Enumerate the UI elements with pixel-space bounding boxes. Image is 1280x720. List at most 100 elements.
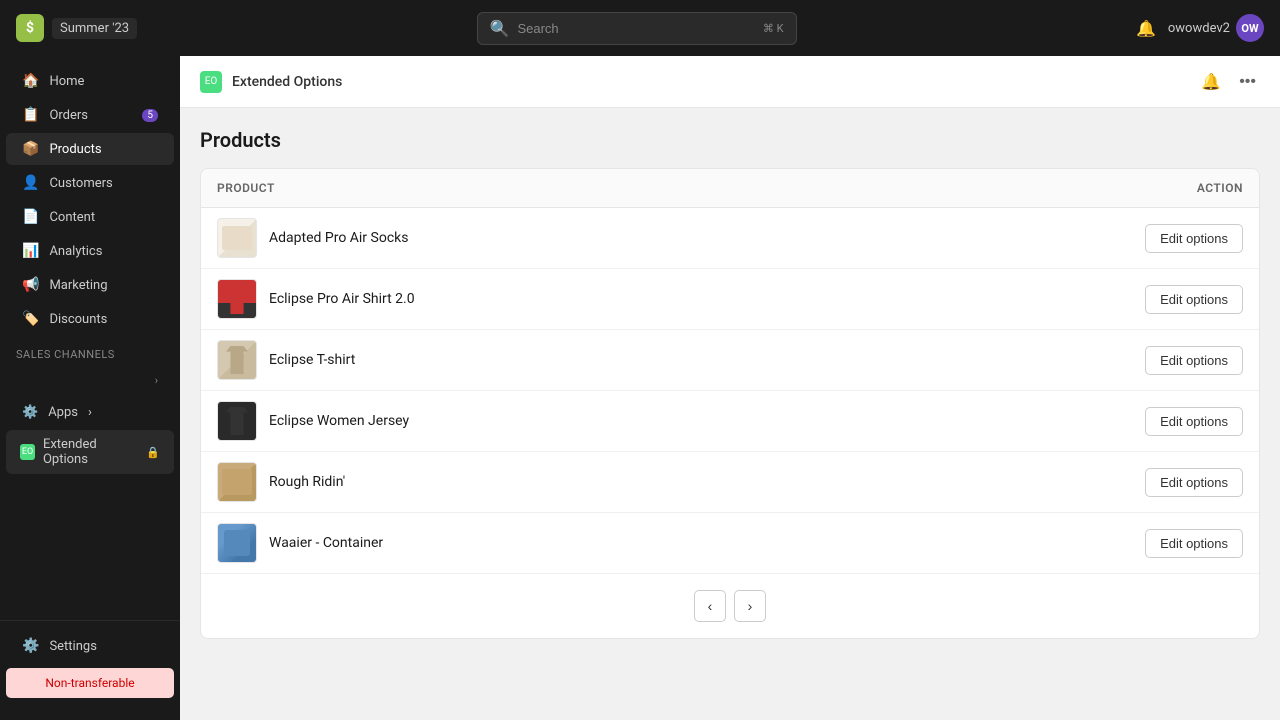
- orders-badge: 5: [142, 109, 158, 122]
- sidebar-item-home[interactable]: 🏠 Home: [6, 65, 174, 97]
- avatar[interactable]: OW: [1236, 14, 1264, 42]
- table-row: Adapted Pro Air Socks Edit options: [201, 208, 1259, 269]
- edit-options-btn-2[interactable]: Edit options: [1145, 285, 1243, 314]
- col-header-action: Action: [1103, 181, 1243, 195]
- orders-icon: 📋: [22, 107, 39, 123]
- jersey-visual: [226, 407, 248, 435]
- app-header-icon: EO: [200, 71, 222, 93]
- sidebar-item-apps[interactable]: ⚙️ Apps ›: [6, 397, 174, 428]
- prev-page-btn[interactable]: ‹: [694, 590, 726, 622]
- products-icon: 📦: [22, 141, 39, 157]
- sidebar-item-marketing[interactable]: 📢 Marketing: [6, 269, 174, 301]
- shirt-visual: [226, 284, 248, 314]
- main-layout: 🏠 Home 📋 Orders 5 📦 Products 👤 Customers…: [0, 56, 1280, 720]
- extended-options-label: Extended Options: [43, 437, 138, 467]
- apps-arrow: ›: [88, 405, 92, 420]
- search-input[interactable]: [517, 21, 754, 36]
- product-thumb-1: [217, 218, 257, 258]
- sidebar-item-sales-channels[interactable]: ›: [6, 366, 174, 395]
- edit-options-btn-6[interactable]: Edit options: [1145, 529, 1243, 558]
- product-name-2: Eclipse Pro Air Shirt 2.0: [269, 291, 1145, 307]
- product-thumb-6: [217, 523, 257, 563]
- more-options-btn[interactable]: •••: [1235, 69, 1260, 95]
- brand-area: $ Summer '23: [16, 14, 137, 42]
- sales-channels-label: Sales channels: [0, 336, 180, 365]
- page-title: Products: [200, 128, 1260, 152]
- product-name-5: Rough Ridin': [269, 474, 1145, 490]
- sidebar-item-products[interactable]: 📦 Products: [6, 133, 174, 165]
- app-header-title: Extended Options: [232, 74, 342, 90]
- apps-label: Apps: [48, 405, 78, 420]
- analytics-icon: 📊: [22, 243, 39, 259]
- arrow-icon: ›: [155, 374, 158, 387]
- sidebar-label-customers: Customers: [49, 176, 112, 191]
- extended-options-icon: EO: [20, 444, 35, 460]
- home-icon: 🏠: [22, 73, 39, 89]
- sidebar-label-orders: Orders: [49, 108, 88, 123]
- container-visual: [224, 530, 250, 556]
- edit-options-btn-5[interactable]: Edit options: [1145, 468, 1243, 497]
- apps-icon: ⚙️: [22, 405, 38, 420]
- product-name-3: Eclipse T-shirt: [269, 352, 1145, 368]
- discounts-icon: 🏷️: [22, 311, 39, 327]
- sidebar-item-orders[interactable]: 📋 Orders 5: [6, 99, 174, 131]
- sidebar-item-settings[interactable]: ⚙️ Settings: [6, 630, 174, 662]
- product-thumb-2: [217, 279, 257, 319]
- next-page-btn[interactable]: ›: [734, 590, 766, 622]
- search-box[interactable]: 🔍 ⌘ K: [477, 12, 797, 45]
- sidebar-item-extended-options[interactable]: EO Extended Options 🔒: [6, 430, 174, 474]
- sidebar-label-marketing: Marketing: [49, 278, 107, 293]
- user-badge: owowdev2 OW: [1168, 14, 1264, 42]
- table-row: Waaier - Container Edit options: [201, 513, 1259, 574]
- sock-visual: [222, 226, 252, 250]
- search-area: 🔍 ⌘ K: [149, 12, 1124, 45]
- page-content: Products Product Action Adapted Pro Air …: [180, 108, 1280, 659]
- sidebar-label-home: Home: [49, 74, 84, 89]
- ridin-visual: [222, 469, 252, 495]
- edit-options-btn-3[interactable]: Edit options: [1145, 346, 1243, 375]
- product-name-4: Eclipse Women Jersey: [269, 413, 1145, 429]
- sidebar-item-customers[interactable]: 👤 Customers: [6, 167, 174, 199]
- settings-label: Settings: [49, 639, 96, 654]
- search-icon: 🔍: [490, 19, 510, 38]
- topbar: $ Summer '23 🔍 ⌘ K 🔔 owowdev2 OW: [0, 0, 1280, 56]
- product-thumb-5: [217, 462, 257, 502]
- marketing-icon: 📢: [22, 277, 39, 293]
- content-area: EO Extended Options 🔔 ••• Products Produ…: [180, 56, 1280, 720]
- table-row: Eclipse Pro Air Shirt 2.0 Edit options: [201, 269, 1259, 330]
- bell-icon[interactable]: 🔔: [1136, 19, 1156, 38]
- table-row: Rough Ridin' Edit options: [201, 452, 1259, 513]
- customers-icon: 👤: [22, 175, 39, 191]
- topbar-right: 🔔 owowdev2 OW: [1136, 14, 1264, 42]
- sidebar-item-discounts[interactable]: 🏷️ Discounts: [6, 303, 174, 335]
- table-header: Product Action: [201, 169, 1259, 208]
- sidebar-label-analytics: Analytics: [49, 244, 102, 259]
- sidebar-label-products: Products: [49, 142, 101, 157]
- product-thumb-3: [217, 340, 257, 380]
- table-row: Eclipse Women Jersey Edit options: [201, 391, 1259, 452]
- username: owowdev2: [1168, 21, 1230, 36]
- settings-icon: ⚙️: [22, 638, 39, 654]
- sidebar-bottom: ⚙️ Settings Non-transferable: [0, 620, 180, 712]
- product-name-1: Adapted Pro Air Socks: [269, 230, 1145, 246]
- table-row: Eclipse T-shirt Edit options: [201, 330, 1259, 391]
- app-header-right: 🔔 •••: [1197, 68, 1260, 96]
- sidebar-item-analytics[interactable]: 📊 Analytics: [6, 235, 174, 267]
- edit-options-btn-4[interactable]: Edit options: [1145, 407, 1243, 436]
- products-table-card: Product Action Adapted Pro Air Socks Edi…: [200, 168, 1260, 639]
- lock-icon: 🔒: [146, 446, 160, 459]
- store-name: Summer '23: [52, 18, 137, 39]
- sidebar-item-content[interactable]: 📄 Content: [6, 201, 174, 233]
- pagination: ‹ ›: [201, 574, 1259, 638]
- sidebar-label-discounts: Discounts: [49, 312, 107, 327]
- product-thumb-4: [217, 401, 257, 441]
- edit-options-btn-1[interactable]: Edit options: [1145, 224, 1243, 253]
- notification-icon-btn[interactable]: 🔔: [1197, 68, 1225, 96]
- sidebar: 🏠 Home 📋 Orders 5 📦 Products 👤 Customers…: [0, 56, 180, 720]
- app-header-left: EO Extended Options: [200, 71, 342, 93]
- col-header-product: Product: [217, 181, 1103, 195]
- tshirt-visual: [226, 346, 248, 374]
- non-transferable-banner[interactable]: Non-transferable: [6, 668, 174, 698]
- content-icon: 📄: [22, 209, 39, 225]
- search-shortcut: ⌘ K: [763, 22, 784, 35]
